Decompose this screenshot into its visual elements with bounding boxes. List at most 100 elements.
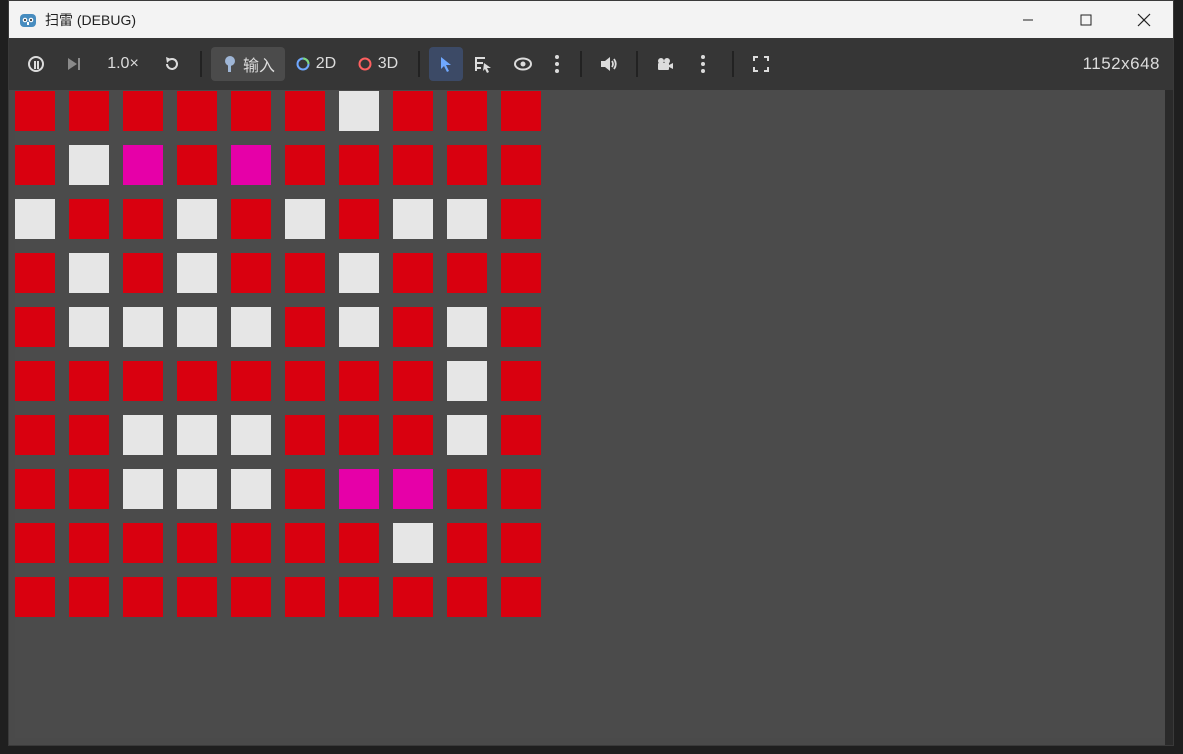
board-cell-hidden[interactable] [15,415,55,455]
audio-mute-button[interactable] [591,47,627,81]
board-cell-revealed[interactable] [177,253,217,293]
board-cell-hidden[interactable] [339,523,379,563]
board-cell-hidden[interactable] [231,91,271,131]
reset-speed-button[interactable] [153,47,191,81]
board-cell-hidden[interactable] [447,523,487,563]
board-cell-hidden[interactable] [15,91,55,131]
board-cell-hidden[interactable] [393,253,433,293]
list-select-button[interactable] [463,47,503,81]
board-cell-hidden[interactable] [285,577,325,617]
select-tool-button[interactable] [429,47,463,81]
board-cell-revealed[interactable] [15,199,55,239]
board-cell-flagged[interactable] [231,145,271,185]
board-cell-hidden[interactable] [501,199,541,239]
board-cell-hidden[interactable] [231,577,271,617]
board-cell-hidden[interactable] [69,91,109,131]
board-cell-hidden[interactable] [393,145,433,185]
game-viewport[interactable] [15,90,1167,738]
speed-button[interactable]: 1.0× [93,47,153,81]
board-cell-revealed[interactable] [339,253,379,293]
select-options-menu[interactable] [543,47,571,81]
board-cell-hidden[interactable] [231,253,271,293]
board-cell-hidden[interactable] [123,577,163,617]
board-cell-hidden[interactable] [447,469,487,509]
board-cell-revealed[interactable] [231,415,271,455]
board-cell-hidden[interactable] [285,253,325,293]
next-frame-button[interactable] [55,47,93,81]
board-cell-hidden[interactable] [123,523,163,563]
board-cell-hidden[interactable] [69,199,109,239]
minimize-button[interactable] [999,1,1057,38]
visibility-button[interactable] [503,47,543,81]
board-cell-revealed[interactable] [69,307,109,347]
board-cell-revealed[interactable] [177,415,217,455]
board-cell-hidden[interactable] [15,523,55,563]
board-cell-hidden[interactable] [339,577,379,617]
board-cell-hidden[interactable] [339,199,379,239]
board-cell-hidden[interactable] [393,577,433,617]
mode-3d-button[interactable]: 3D [347,47,409,81]
board-cell-hidden[interactable] [15,361,55,401]
board-cell-hidden[interactable] [501,253,541,293]
board-cell-hidden[interactable] [231,361,271,401]
board-cell-hidden[interactable] [501,577,541,617]
board-cell-revealed[interactable] [231,469,271,509]
board-cell-hidden[interactable] [177,361,217,401]
board-cell-flagged[interactable] [123,145,163,185]
pause-button[interactable] [17,47,55,81]
board-cell-hidden[interactable] [15,145,55,185]
input-toggle-button[interactable]: 输入 [211,47,285,81]
board-cell-hidden[interactable] [123,361,163,401]
board-cell-hidden[interactable] [177,523,217,563]
board-cell-revealed[interactable] [177,199,217,239]
board-cell-flagged[interactable] [339,469,379,509]
close-button[interactable] [1115,1,1173,38]
board-cell-hidden[interactable] [339,361,379,401]
board-cell-hidden[interactable] [177,145,217,185]
camera-override-button[interactable] [647,47,683,81]
board-cell-revealed[interactable] [177,307,217,347]
board-cell-hidden[interactable] [285,307,325,347]
fullscreen-button[interactable] [743,47,779,81]
board-cell-hidden[interactable] [285,415,325,455]
board-cell-hidden[interactable] [501,91,541,131]
board-cell-hidden[interactable] [447,577,487,617]
board-cell-revealed[interactable] [447,307,487,347]
board-cell-hidden[interactable] [285,469,325,509]
board-cell-hidden[interactable] [501,415,541,455]
board-cell-hidden[interactable] [69,415,109,455]
board-cell-revealed[interactable] [123,415,163,455]
board-cell-hidden[interactable] [231,523,271,563]
board-cell-hidden[interactable] [501,145,541,185]
board-cell-revealed[interactable] [123,307,163,347]
board-cell-revealed[interactable] [285,199,325,239]
board-cell-hidden[interactable] [339,415,379,455]
board-cell-revealed[interactable] [177,469,217,509]
board-cell-hidden[interactable] [393,361,433,401]
board-cell-revealed[interactable] [393,199,433,239]
board-cell-hidden[interactable] [339,145,379,185]
board-cell-hidden[interactable] [393,415,433,455]
board-cell-hidden[interactable] [447,253,487,293]
board-cell-hidden[interactable] [123,91,163,131]
mode-2d-button[interactable]: 2D [285,47,347,81]
board-cell-revealed[interactable] [123,469,163,509]
camera-options-menu[interactable] [683,47,723,81]
board-cell-hidden[interactable] [15,253,55,293]
maximize-button[interactable] [1057,1,1115,38]
board-cell-hidden[interactable] [69,361,109,401]
board-cell-hidden[interactable] [69,577,109,617]
board-cell-hidden[interactable] [177,91,217,131]
board-cell-revealed[interactable] [69,145,109,185]
scrollbar[interactable] [1165,90,1173,745]
board-cell-hidden[interactable] [501,307,541,347]
board-cell-hidden[interactable] [231,199,271,239]
board-cell-hidden[interactable] [501,361,541,401]
board-cell-hidden[interactable] [15,577,55,617]
board-cell-hidden[interactable] [447,145,487,185]
board-cell-revealed[interactable] [447,199,487,239]
board-cell-hidden[interactable] [285,91,325,131]
board-cell-revealed[interactable] [339,307,379,347]
board-cell-hidden[interactable] [177,577,217,617]
board-cell-hidden[interactable] [393,307,433,347]
